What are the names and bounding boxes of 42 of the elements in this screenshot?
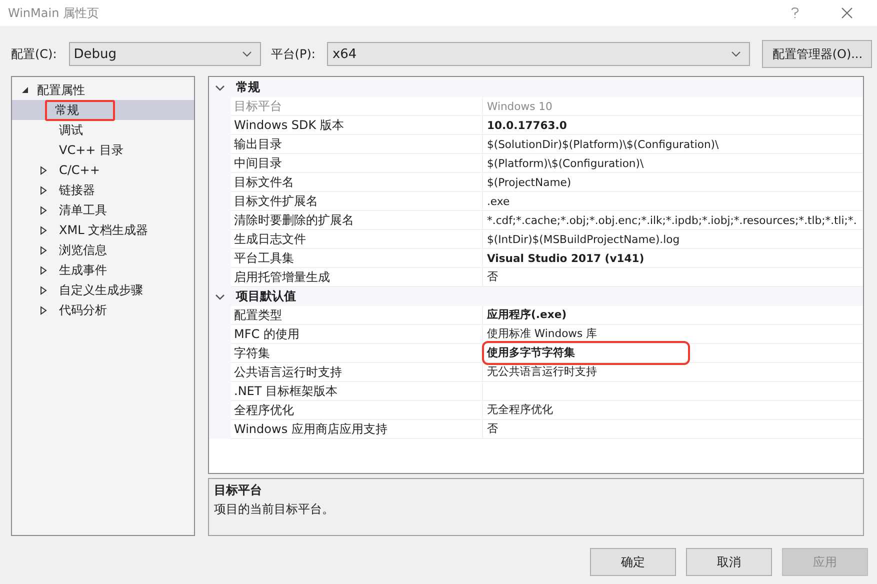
dialog-button[interactable]: 取消 (686, 548, 772, 576)
section-header[interactable]: 项目默认值 (236, 288, 296, 305)
property-value[interactable]: 否 (483, 420, 863, 439)
help-icon[interactable] (791, 7, 799, 19)
expanded-triangle-icon[interactable] (22, 86, 29, 94)
tree-item[interactable]: 常规 (12, 100, 194, 120)
config-label: 配置(C): (11, 46, 57, 62)
collapsed-triangle-icon[interactable] (40, 266, 47, 274)
tree-item[interactable]: 自定义生成步骤 (12, 280, 194, 300)
collapsed-triangle-icon[interactable] (40, 206, 47, 214)
tree-item[interactable]: 清单工具 (12, 200, 194, 220)
collapsed-triangle-icon[interactable] (40, 246, 47, 254)
collapsed-triangle-icon[interactable] (40, 306, 47, 314)
tree-item[interactable]: 代码分析 (12, 300, 194, 320)
config-dropdown[interactable]: Debug (68, 42, 261, 66)
tree-item[interactable]: C/C++ (12, 160, 194, 180)
chevron-down-icon (731, 51, 742, 57)
description-text: 项目的当前目标平台。 (214, 501, 335, 518)
section-header[interactable]: 常规 (236, 79, 260, 96)
configuration-manager-button[interactable]: 配置管理器(O)... (762, 40, 872, 68)
close-icon[interactable] (841, 7, 853, 19)
tree-item[interactable]: XML 文档生成器 (12, 220, 194, 240)
platform-label: 平台(P): (270, 46, 316, 62)
dialog-button[interactable]: 确定 (590, 548, 676, 576)
platform-dropdown[interactable]: x64 (327, 42, 750, 66)
property-name[interactable]: Windows 应用商店应用支持 (231, 420, 483, 439)
property-value[interactable]: 使用多字节字符集 (483, 344, 863, 363)
chevron-down-icon (242, 51, 252, 57)
collapsed-triangle-icon[interactable] (40, 226, 47, 234)
tree-item[interactable]: 生成事件 (12, 260, 194, 280)
tree-item[interactable]: 链接器 (12, 180, 194, 200)
tree-item[interactable]: VC++ 目录 (12, 140, 194, 160)
description-title: 目标平台 (214, 482, 263, 499)
tree-item[interactable]: 调试 (12, 120, 194, 140)
collapsed-triangle-icon[interactable] (40, 166, 47, 174)
tree-item[interactable]: 浏览信息 (12, 240, 194, 260)
chevron-down-icon[interactable] (215, 84, 225, 90)
collapsed-triangle-icon[interactable] (40, 286, 47, 294)
window-title: WinMain 属性页 (8, 4, 100, 22)
chevron-down-icon[interactable] (215, 294, 225, 300)
tree-item[interactable]: 配置属性 (37, 82, 85, 98)
collapsed-triangle-icon[interactable] (40, 186, 47, 194)
